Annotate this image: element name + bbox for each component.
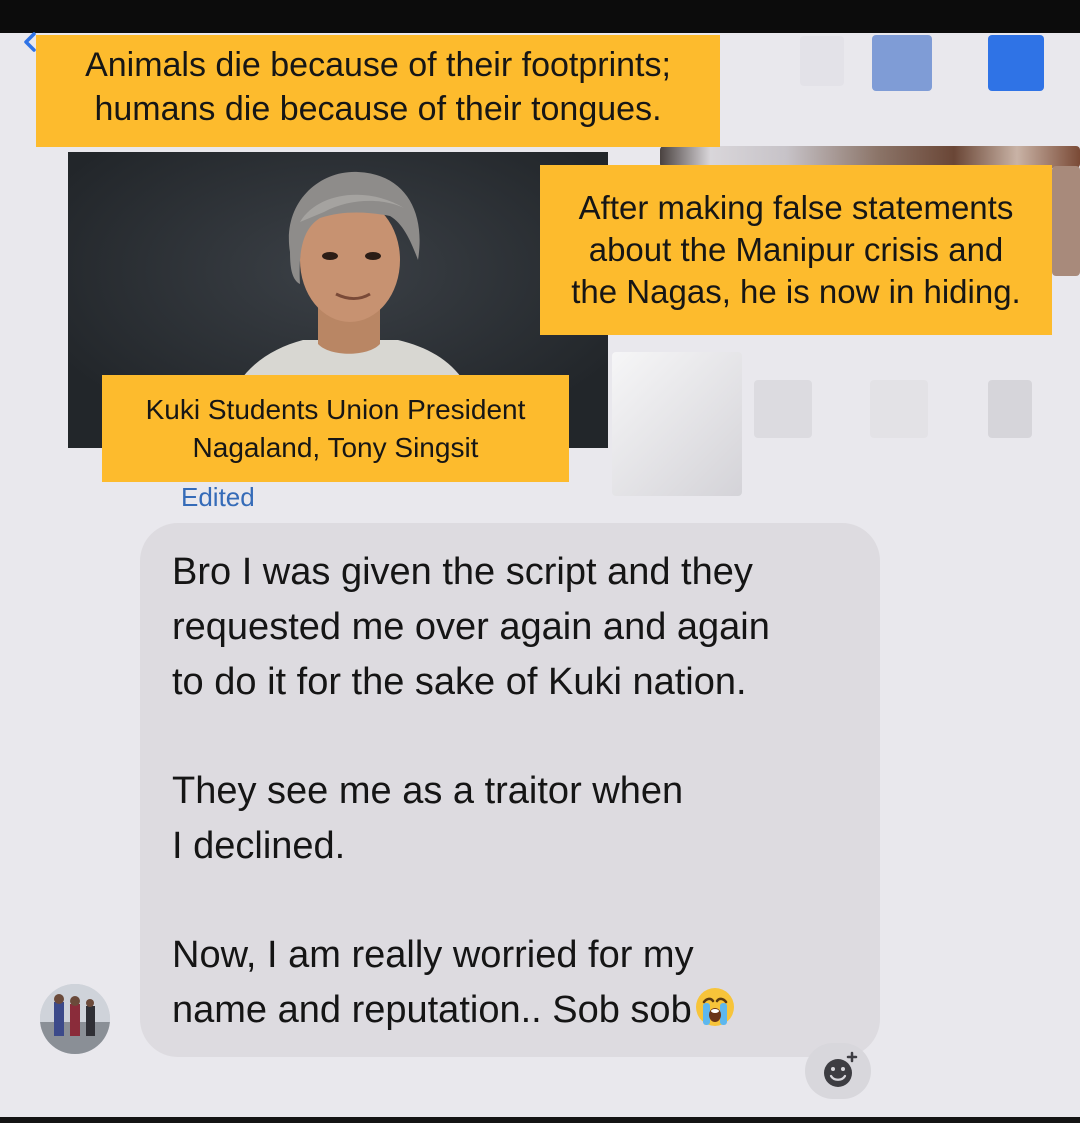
message-text: name and reputation.. Sob sob [172, 989, 692, 1031]
bottom-bar [0, 1117, 1080, 1123]
message-paragraph: Bro I was given the script and they requ… [172, 545, 860, 710]
blurred-strip [1052, 166, 1080, 276]
message-line: They see me as a traitor when [172, 770, 684, 812]
blurred-header-block [872, 35, 932, 91]
avatar[interactable] [40, 984, 110, 1054]
blurred-block [870, 380, 928, 438]
blurred-block [988, 380, 1032, 438]
statement-line: the Nagas, he is now in hiding. [571, 273, 1021, 310]
name-line: Nagaland, Tony Singsit [192, 432, 479, 463]
message-line: I declined. [172, 825, 346, 867]
message-line: Now, I am really worried for my [172, 934, 694, 976]
message-line: to do it for the sake of Kuki nation. [172, 661, 747, 703]
quote-line: humans die because of their tongues. [94, 90, 662, 128]
name-caption: Kuki Students Union President Nagaland, … [102, 375, 569, 482]
message-line: Bro I was given the script and they [172, 551, 753, 593]
add-reaction-icon [824, 1051, 858, 1087]
statement-line: about the Manipur crisis and [588, 231, 1004, 268]
blurred-block [754, 380, 812, 438]
blurred-header-block [988, 35, 1044, 91]
message-paragraph: They see me as a traitor when I declined… [172, 764, 860, 874]
message-paragraph: Now, I am really worried for my name and… [172, 928, 860, 1038]
loudly-crying-face-icon [695, 988, 734, 1026]
statement-line: After making false statements [578, 189, 1014, 226]
quote-caption: Animals die because of their footprints;… [36, 35, 720, 147]
blurred-image-preview [612, 352, 742, 496]
message-line: name and reputation.. Sob sob [172, 983, 860, 1038]
quote-line: Animals die because of their footprints; [85, 46, 671, 84]
message-bubble[interactable]: Bro I was given the script and they requ… [140, 523, 880, 1057]
add-reaction-button[interactable] [805, 1043, 871, 1099]
edited-label[interactable]: Edited [181, 482, 255, 513]
message-line: requested me over again and again [172, 606, 770, 648]
statement-caption: After making false statements about the … [540, 165, 1052, 335]
name-line: Kuki Students Union President [145, 394, 526, 425]
blurred-header-block [800, 36, 844, 86]
status-bar [0, 0, 1080, 33]
